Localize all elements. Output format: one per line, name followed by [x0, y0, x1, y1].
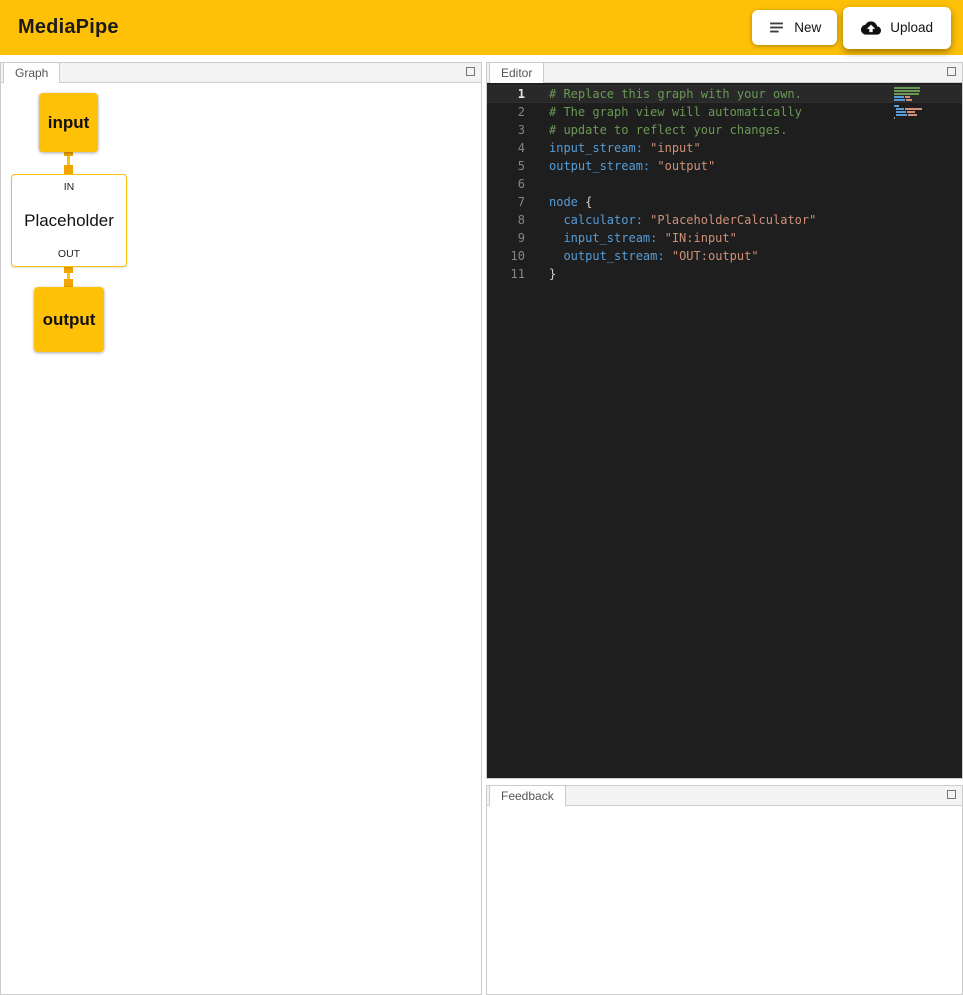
code-line: 2# The graph view will automatically — [487, 103, 962, 121]
header-buttons: New Upload — [752, 0, 951, 55]
feedback-content — [487, 806, 962, 994]
code-line: 7node { — [487, 193, 962, 211]
app-title: MediaPipe — [0, 16, 119, 39]
graph-node-output[interactable]: output — [34, 287, 104, 352]
graph-tabbar: Graph — [1, 63, 481, 83]
feedback-panel: Feedback — [486, 785, 963, 995]
out-port-label: OUT — [58, 248, 80, 260]
minimap[interactable] — [894, 87, 946, 120]
graph-node-placeholder[interactable]: IN Placeholder OUT — [11, 174, 127, 267]
graph-panel: Graph input IN Placeholder OUT output — [0, 62, 482, 995]
tab-feedback[interactable]: Feedback — [489, 785, 566, 806]
placeholder-node-title: Placeholder — [24, 211, 114, 231]
code-line: 10 output_stream: "OUT:output" — [487, 247, 962, 265]
line-number: 1 — [487, 85, 525, 103]
maximize-icon[interactable] — [947, 790, 956, 799]
code-line: 11} — [487, 265, 962, 283]
line-number: 4 — [487, 139, 525, 157]
line-number: 5 — [487, 157, 525, 175]
line-number: 11 — [487, 265, 525, 283]
code-line: 3# update to reflect your changes. — [487, 121, 962, 139]
port-square — [64, 165, 73, 174]
code-line: 8 calculator: "PlaceholderCalculator" — [487, 211, 962, 229]
maximize-icon[interactable] — [466, 67, 475, 76]
upload-button[interactable]: Upload — [843, 7, 951, 49]
new-list-icon — [768, 19, 785, 36]
app-header: MediaPipe New Upload — [0, 0, 963, 55]
line-number: 9 — [487, 229, 525, 247]
feedback-tabbar: Feedback — [487, 786, 962, 806]
code-line: 1# Replace this graph with your own. — [487, 85, 962, 103]
editor-tabbar: Editor — [487, 63, 962, 83]
line-number: 2 — [487, 103, 525, 121]
new-button[interactable]: New — [752, 10, 837, 45]
in-port-label: IN — [64, 181, 75, 193]
code-lines: 1# Replace this graph with your own.2# T… — [487, 85, 962, 283]
tab-editor[interactable]: Editor — [489, 62, 544, 83]
code-line: 5output_stream: "output" — [487, 157, 962, 175]
new-button-label: New — [794, 20, 821, 35]
code-editor[interactable]: 1# Replace this graph with your own.2# T… — [487, 83, 962, 778]
code-line: 4input_stream: "input" — [487, 139, 962, 157]
maximize-icon[interactable] — [947, 67, 956, 76]
line-number: 3 — [487, 121, 525, 139]
cloud-upload-icon — [861, 18, 881, 38]
graph-node-input[interactable]: input — [39, 93, 98, 152]
upload-button-label: Upload — [890, 20, 933, 35]
line-number: 6 — [487, 175, 525, 193]
line-number: 10 — [487, 247, 525, 265]
editor-panel: Editor 1# Replace this graph with your o… — [486, 62, 963, 779]
code-line: 9 input_stream: "IN:input" — [487, 229, 962, 247]
code-line: 6 — [487, 175, 962, 193]
graph-canvas[interactable]: input IN Placeholder OUT output — [1, 83, 481, 994]
line-number: 8 — [487, 211, 525, 229]
tab-graph[interactable]: Graph — [3, 62, 60, 83]
line-number: 7 — [487, 193, 525, 211]
